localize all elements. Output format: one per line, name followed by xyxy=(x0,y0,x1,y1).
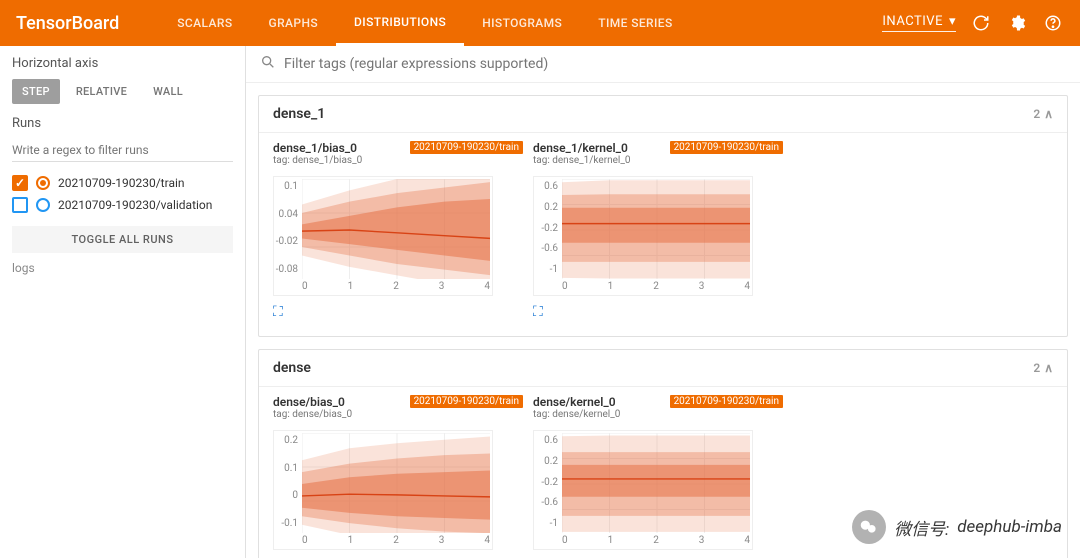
charts-row: dense/bias_0 tag: dense/bias_0 20210709-… xyxy=(259,387,1067,558)
x-axis: 01234 xyxy=(302,279,490,295)
run-row[interactable]: 20210709-190230/train xyxy=(12,172,233,194)
chart-tile: dense/kernel_0 tag: dense/kernel_0 20210… xyxy=(533,395,783,558)
chart-title: dense_1/bias_0 xyxy=(273,141,362,155)
tab-time-series[interactable]: TIME SERIES xyxy=(580,0,690,46)
group-card: dense_1 2 ∧ dense_1/bias_0 tag: dense_1/… xyxy=(258,95,1068,337)
filter-input[interactable] xyxy=(284,56,1066,72)
distribution-plot[interactable]: 0.20.10-0.1 01234 xyxy=(273,430,493,550)
chevron-up-icon: ∧ xyxy=(1044,107,1053,121)
logs-label: logs xyxy=(12,261,233,275)
filter-bar xyxy=(246,46,1080,83)
chart-tag: tag: dense_1/bias_0 xyxy=(273,155,362,166)
main-tabs: SCALARSGRAPHSDISTRIBUTIONSHISTOGRAMSTIME… xyxy=(159,0,690,46)
tab-histograms[interactable]: HISTOGRAMS xyxy=(464,0,580,46)
header-right: INACTIVE ▾ xyxy=(882,12,1064,34)
group-count: 2 ∧ xyxy=(1033,107,1053,121)
y-axis: 0.20.10-0.1 xyxy=(274,431,302,533)
distribution-plot[interactable]: 0.10.04-0.02-0.08 01234 xyxy=(273,176,493,296)
y-axis: 0.10.04-0.02-0.08 xyxy=(274,177,302,279)
runs-list: 20210709-190230/train 20210709-190230/val… xyxy=(12,172,233,216)
run-row[interactable]: 20210709-190230/validation xyxy=(12,194,233,216)
group-header[interactable]: dense_1 2 ∧ xyxy=(259,96,1067,133)
expand-icon[interactable]: ⛶ xyxy=(273,304,523,320)
chart-title: dense_1/kernel_0 xyxy=(533,141,630,155)
run-radio[interactable] xyxy=(36,176,50,190)
tab-distributions[interactable]: DISTRIBUTIONS xyxy=(336,0,464,46)
chart-tag: tag: dense/bias_0 xyxy=(273,409,352,420)
chart-tile: dense/bias_0 tag: dense/bias_0 20210709-… xyxy=(273,395,523,558)
settings-icon[interactable] xyxy=(1006,12,1028,34)
group-header[interactable]: dense 2 ∧ xyxy=(259,350,1067,387)
x-axis: 01234 xyxy=(562,279,750,295)
group-title: dense_1 xyxy=(273,106,325,122)
axis-option-wall[interactable]: WALL xyxy=(143,79,193,104)
run-badge: 20210709-190230/train xyxy=(670,141,783,154)
brand-title: TensorBoard xyxy=(16,13,119,34)
chevron-up-icon: ∧ xyxy=(1044,361,1053,375)
chart-tile: dense_1/bias_0 tag: dense_1/bias_0 20210… xyxy=(273,141,523,320)
run-radio[interactable] xyxy=(36,198,50,212)
runs-heading: Runs xyxy=(12,116,233,131)
dropdown-icon: ▾ xyxy=(949,14,956,29)
chart-tag: tag: dense/kernel_0 xyxy=(533,409,620,420)
chart-title: dense/bias_0 xyxy=(273,395,352,409)
toggle-all-runs-button[interactable]: TOGGLE ALL RUNS xyxy=(12,226,233,253)
search-icon xyxy=(260,54,276,74)
run-label: 20210709-190230/train xyxy=(58,176,185,190)
app-header: TensorBoard SCALARSGRAPHSDISTRIBUTIONSHI… xyxy=(0,0,1080,46)
run-checkbox[interactable] xyxy=(12,175,28,191)
axis-heading: Horizontal axis xyxy=(12,56,233,71)
run-badge: 20210709-190230/train xyxy=(410,395,523,408)
run-badge: 20210709-190230/train xyxy=(670,395,783,408)
run-label: 20210709-190230/validation xyxy=(58,198,212,212)
axis-segmented: STEPRELATIVEWALL xyxy=(12,79,233,104)
run-badge: 20210709-190230/train xyxy=(410,141,523,154)
help-icon[interactable] xyxy=(1042,12,1064,34)
x-axis: 01234 xyxy=(302,533,490,549)
chart-tag: tag: dense_1/kernel_0 xyxy=(533,155,630,166)
run-checkbox[interactable] xyxy=(12,197,28,213)
y-axis: 0.60.2-0.2-0.6-1 xyxy=(534,431,562,533)
main-layout: Horizontal axis STEPRELATIVEWALL Runs 20… xyxy=(0,46,1080,558)
group-count: 2 ∧ xyxy=(1033,361,1053,375)
group-card: dense 2 ∧ dense/bias_0 tag: dense/bias_0… xyxy=(258,349,1068,558)
x-axis: 01234 xyxy=(562,533,750,549)
runs-regex-input[interactable] xyxy=(12,139,233,162)
groups-container: dense_1 2 ∧ dense_1/bias_0 tag: dense_1/… xyxy=(246,95,1080,558)
chart-title: dense/kernel_0 xyxy=(533,395,620,409)
axis-option-step[interactable]: STEP xyxy=(12,79,60,104)
inactive-label: INACTIVE xyxy=(882,14,943,29)
reload-icon[interactable] xyxy=(970,12,992,34)
axis-option-relative[interactable]: RELATIVE xyxy=(66,79,137,104)
charts-row: dense_1/bias_0 tag: dense_1/bias_0 20210… xyxy=(259,133,1067,336)
y-axis: 0.60.2-0.2-0.6-1 xyxy=(534,177,562,279)
inactive-dropdown[interactable]: INACTIVE ▾ xyxy=(882,14,956,32)
tab-scalars[interactable]: SCALARS xyxy=(159,0,250,46)
tab-graphs[interactable]: GRAPHS xyxy=(251,0,337,46)
chart-tile: dense_1/kernel_0 tag: dense_1/kernel_0 2… xyxy=(533,141,783,320)
expand-icon[interactable]: ⛶ xyxy=(533,304,783,320)
content: dense_1 2 ∧ dense_1/bias_0 tag: dense_1/… xyxy=(246,46,1080,558)
group-title: dense xyxy=(273,360,311,376)
distribution-plot[interactable]: 0.60.2-0.2-0.6-1 01234 xyxy=(533,430,753,550)
distribution-plot[interactable]: 0.60.2-0.2-0.6-1 01234 xyxy=(533,176,753,296)
sidebar: Horizontal axis STEPRELATIVEWALL Runs 20… xyxy=(0,46,246,558)
